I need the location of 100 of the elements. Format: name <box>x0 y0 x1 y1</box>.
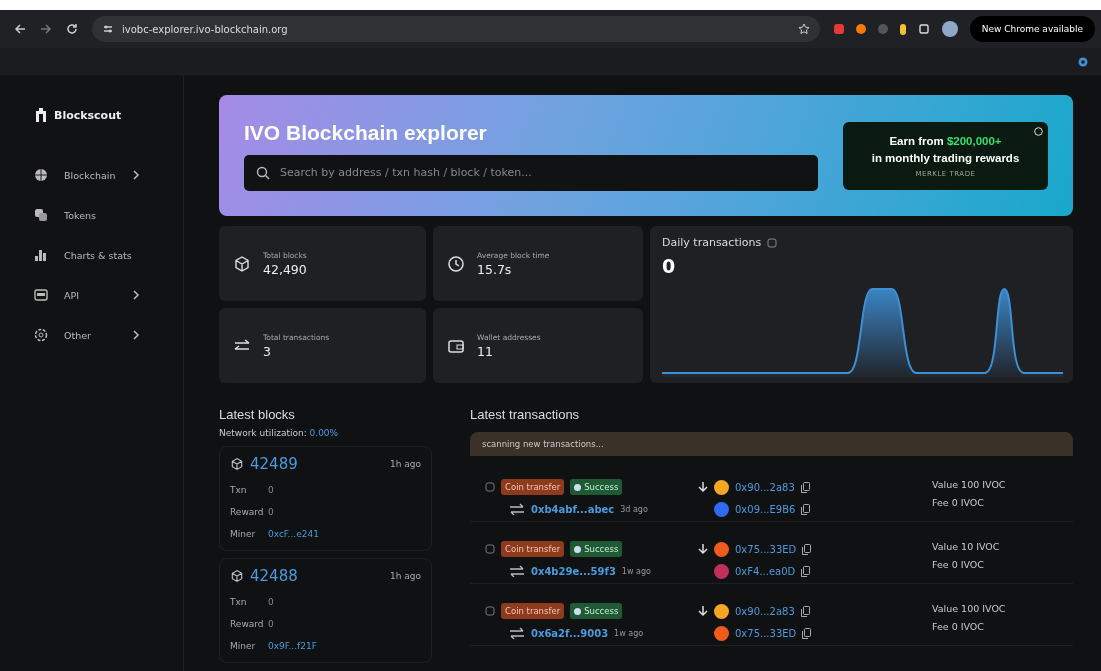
chart-value: 0 <box>662 255 677 277</box>
sidebar-item[interactable]: Blockchain <box>34 155 183 195</box>
tx-hash-link[interactable]: 0x4b29e...59f3 <box>531 565 616 577</box>
address-link[interactable]: 0x90...2a83 <box>735 605 795 617</box>
field-label: Txn <box>230 485 248 495</box>
address-link[interactable]: 0x90...2a83 <box>735 481 795 493</box>
chevron-icon <box>132 330 140 340</box>
stat-value: 15.7s <box>477 261 513 277</box>
arrow-down-icon <box>698 543 708 555</box>
tx-value: Value 10 IVOC <box>932 540 1000 555</box>
extension-icon[interactable] <box>855 24 866 34</box>
sidebar-item[interactable]: Tokens <box>34 195 183 235</box>
copy-icon[interactable] <box>801 503 811 515</box>
copy-icon[interactable] <box>801 565 811 577</box>
menu-item-icon <box>34 208 48 222</box>
settings-icon[interactable] <box>1077 55 1089 68</box>
field-value: 0 <box>268 507 274 517</box>
type-tag: Coin transfer <box>501 603 565 619</box>
sidebar-item[interactable]: API <box>34 275 183 315</box>
type-tag: Coin transfer <box>501 479 565 495</box>
field-label: Reward <box>230 507 265 517</box>
site-settings-icon[interactable] <box>102 23 114 35</box>
block-icon <box>230 569 244 583</box>
address-link[interactable]: 0x75...33ED <box>735 627 797 639</box>
type-tag: Coin transfer <box>501 541 565 557</box>
address-avatar <box>714 625 729 641</box>
field-value: 0 <box>268 597 274 607</box>
address-bar[interactable]: ivobc-explorer.ivo-blockchain.org <box>92 16 820 42</box>
reload-icon[interactable] <box>66 23 78 35</box>
profile-avatar[interactable] <box>941 21 958 37</box>
copy-icon[interactable] <box>802 543 812 555</box>
field-label: Miner <box>230 641 257 651</box>
field-label: Txn <box>230 597 248 607</box>
block-number-link[interactable]: 42489 <box>250 455 298 473</box>
sidebar-item[interactable]: Other <box>34 315 183 355</box>
chevron-icon <box>132 170 140 180</box>
miner-link[interactable]: 0xcF...e241 <box>268 529 319 539</box>
menu-item-icon <box>34 288 48 302</box>
address-link[interactable]: 0x75...33ED <box>735 543 797 555</box>
extension-icon[interactable] <box>833 24 844 34</box>
copy-icon[interactable] <box>800 481 810 493</box>
update-button[interactable]: New Chrome available <box>969 16 1095 42</box>
address-avatar <box>714 541 729 557</box>
back-icon[interactable] <box>14 23 26 35</box>
transfer-icon <box>509 503 525 515</box>
bookmark-star-icon[interactable] <box>797 23 810 35</box>
stat-value: 3 <box>263 343 272 359</box>
chevron-icon <box>132 290 140 300</box>
stat-icon <box>447 254 465 273</box>
section-title: Latest blocks <box>219 407 296 422</box>
ad-text: Earn from $200,000+ in monthly trading rewards <box>871 134 1020 166</box>
tx-hash-link[interactable]: 0x6a2f...9003 <box>531 627 609 639</box>
block-age: 1h ago <box>389 459 421 469</box>
transfer-icon <box>509 565 525 577</box>
url-text: ivobc-explorer.ivo-blockchain.org <box>122 23 288 35</box>
block-age: 1h ago <box>389 571 421 581</box>
transfer-icon <box>509 627 525 639</box>
stat-value: 11 <box>477 343 494 359</box>
stat-icon <box>233 254 251 273</box>
stat-value: 42,490 <box>263 261 307 277</box>
tx-hash-link[interactable]: 0xb4abf...abec <box>531 503 615 515</box>
status-tag: Success <box>570 479 623 495</box>
expand-icon[interactable] <box>485 606 495 616</box>
expand-icon[interactable] <box>485 482 495 492</box>
field-value: 0 <box>268 619 274 629</box>
address-link[interactable]: 0xF4...ea0D <box>735 565 796 577</box>
expand-icon[interactable] <box>485 544 495 554</box>
status-tag: Success <box>570 603 623 619</box>
arrow-down-icon <box>698 605 708 617</box>
arrow-down-icon <box>698 481 708 493</box>
bulb-icon[interactable] <box>899 23 906 35</box>
field-label: Reward <box>230 619 265 629</box>
address-avatar <box>714 603 729 619</box>
status-tag: Success <box>570 541 623 557</box>
logo-icon <box>34 107 48 123</box>
tx-age: 1w ago <box>614 628 644 638</box>
sidebar-item[interactable]: Charts & stats <box>34 235 183 275</box>
forward-icon[interactable] <box>40 23 52 35</box>
section-title: Latest transactions <box>470 407 581 422</box>
menu-item-icon <box>34 168 48 182</box>
menu-item-icon <box>34 248 48 262</box>
address-link[interactable]: 0x09...E9B6 <box>735 503 796 515</box>
search-field[interactable]: Search by address / txn hash / block / token... <box>244 154 818 191</box>
tx-value: Value 100 IVOC <box>932 602 1006 617</box>
field-value: 0 <box>268 485 274 495</box>
chart-title: Daily transactions <box>662 236 762 249</box>
copy-icon[interactable] <box>800 605 810 617</box>
tx-age: 1w ago <box>621 566 651 576</box>
page-title: IVO Blockchain explorer <box>244 120 488 145</box>
search-icon <box>256 165 270 180</box>
tx-age: 3d ago <box>620 504 648 514</box>
tx-fee: Fee 0 IVOC <box>932 557 985 572</box>
copy-icon[interactable] <box>802 627 812 639</box>
miner-link[interactable]: 0x9F...f21F <box>268 641 317 651</box>
block-number-link[interactable]: 42488 <box>250 567 298 585</box>
tx-value: Value 100 IVOC <box>932 478 1006 493</box>
address-avatar <box>714 563 729 579</box>
field-label: Miner <box>230 529 257 539</box>
tx-fee: Fee 0 IVOC <box>932 619 985 634</box>
notice-bar: scanning new transactions... <box>470 432 1073 456</box>
